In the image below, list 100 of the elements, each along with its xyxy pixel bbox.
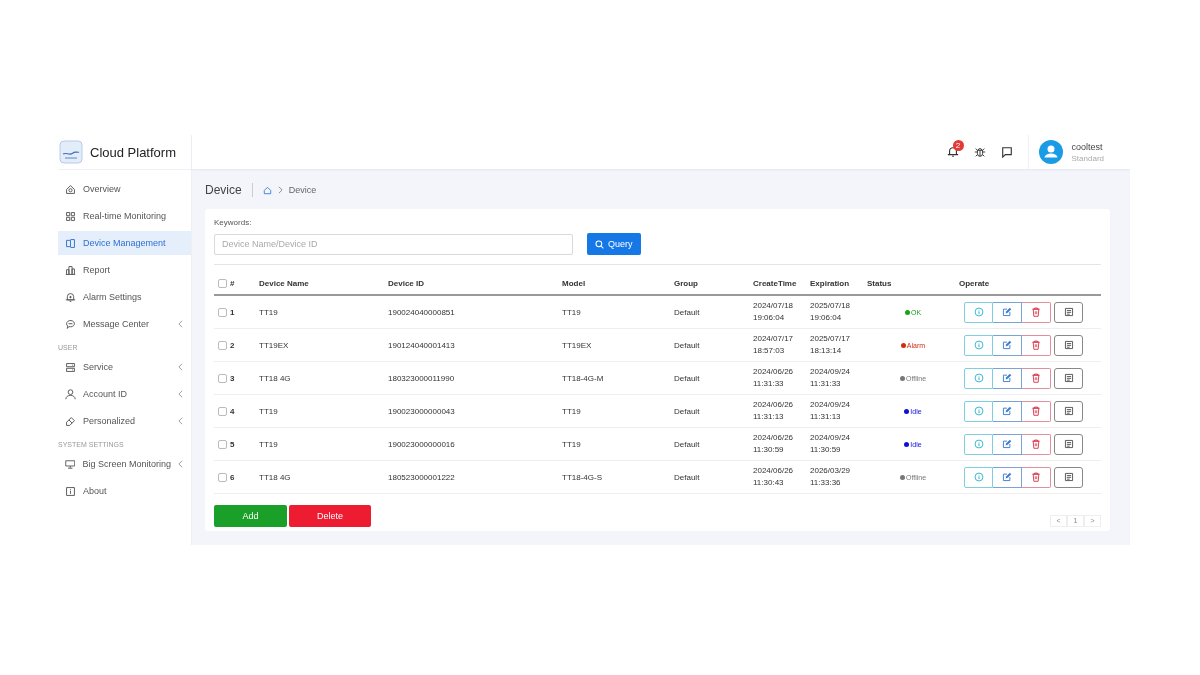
info-button[interactable]: [964, 367, 993, 389]
row-checkbox[interactable]: [218, 373, 227, 383]
table-cell-text: 2024/09/24 11:31:13: [810, 399, 852, 423]
trash-icon: [1031, 307, 1041, 317]
table-cell: TT19: [562, 307, 581, 317]
search-field[interactable]: Device Name/Device ID: [214, 233, 573, 255]
notification-badge: 2: [952, 140, 964, 151]
edit-button[interactable]: [993, 466, 1022, 488]
table-cell: TT19: [562, 406, 581, 416]
query-button[interactable]: Query: [587, 233, 641, 255]
info-icon: [973, 439, 984, 449]
row-number: 4: [230, 406, 235, 416]
sidebar-item[interactable]: Alarm Settings: [58, 285, 191, 309]
home-icon[interactable]: [262, 185, 272, 195]
chat-icon[interactable]: [1000, 146, 1013, 158]
row-number: 3: [230, 373, 235, 383]
row-checkbox[interactable]: [218, 406, 227, 416]
server-icon: [65, 361, 76, 373]
details-button[interactable]: [1054, 301, 1083, 323]
table-cell-text: 2024/09/24 11:31:33: [810, 366, 852, 390]
edit-button[interactable]: [993, 400, 1022, 422]
column-header: CreateTime: [753, 278, 797, 288]
info-button[interactable]: [964, 433, 993, 455]
delete-button[interactable]: [1022, 367, 1051, 389]
details-button[interactable]: [1054, 367, 1083, 389]
person-icon: [65, 388, 76, 400]
bell-icon[interactable]: [946, 146, 959, 158]
edit-icon: [1002, 340, 1012, 350]
table-cell: TT19: [259, 439, 278, 449]
sidebar-item[interactable]: Message Center: [58, 312, 191, 336]
details-button[interactable]: [1054, 400, 1083, 422]
details-button[interactable]: [1054, 466, 1083, 488]
trash-icon: [1031, 373, 1041, 383]
sidebar-item[interactable]: Service: [58, 355, 191, 379]
table-cell: 190124040001413: [388, 340, 455, 350]
table-cell-text: 2024/07/17 18:57:03: [753, 333, 795, 357]
row-number: 2: [230, 340, 235, 350]
details-button[interactable]: [1054, 334, 1083, 356]
sidebar-item[interactable]: Real-time Monitoring: [58, 204, 191, 228]
sidebar-item[interactable]: Report: [58, 258, 191, 282]
table-cell: 180323000011990: [388, 373, 455, 383]
table-cell-text: 2026/03/29 11:33:36: [810, 465, 852, 489]
table-cell: Default: [674, 340, 700, 350]
delete-button[interactable]: [1022, 466, 1051, 488]
bug-icon[interactable]: [973, 146, 986, 158]
table-cell: 190024040000851: [388, 307, 455, 317]
grid-icon: [65, 210, 76, 222]
avatar-icon[interactable]: [1038, 140, 1063, 164]
info-button[interactable]: [964, 301, 993, 323]
edit-icon: [1002, 373, 1012, 383]
delete-button[interactable]: [1022, 400, 1051, 422]
table-cell-text: 2025/07/18 19:06:04: [810, 300, 852, 324]
column-header: Status: [867, 278, 892, 288]
document-icon: [1063, 373, 1074, 383]
info-icon: [973, 472, 984, 482]
table-cell-text: 2024/06/26 11:31:33: [753, 366, 795, 390]
trash-icon: [1031, 472, 1041, 482]
table-cell-text: 2024/06/26 11:30:59: [753, 432, 795, 456]
table-cell: TT18 4G: [259, 472, 291, 482]
document-icon: [1063, 439, 1074, 449]
edit-button[interactable]: [993, 367, 1022, 389]
document-icon: [1063, 307, 1074, 317]
edit-button[interactable]: [993, 433, 1022, 455]
edit-icon: [1002, 307, 1012, 317]
table-cell: Default: [674, 439, 700, 449]
sidebar-item[interactable]: Overview: [58, 177, 191, 201]
info-button[interactable]: [964, 334, 993, 356]
select-all-checkbox[interactable]: [218, 278, 227, 288]
info-button[interactable]: [964, 400, 993, 422]
edit-icon: [1002, 406, 1012, 416]
delete-button[interactable]: [1022, 334, 1051, 356]
delete-button[interactable]: [1022, 433, 1051, 455]
delete-button[interactable]: Delete: [289, 505, 371, 527]
row-checkbox[interactable]: [218, 340, 227, 350]
chevron-icon: [277, 186, 283, 194]
delete-button[interactable]: [1022, 301, 1051, 323]
column-header: Expiration: [810, 278, 850, 288]
info-icon: [973, 373, 984, 383]
table-cell: TT19: [259, 406, 278, 416]
row-number: 6: [230, 472, 235, 482]
breadcrumb-link[interactable]: Device: [288, 185, 317, 195]
row-checkbox[interactable]: [218, 307, 227, 317]
edit-button[interactable]: [993, 301, 1022, 323]
table-cell: 190023000000016: [388, 439, 455, 449]
row-checkbox[interactable]: [218, 472, 227, 482]
sidebar-item[interactable]: Device Management: [58, 231, 191, 255]
sidebar-item[interactable]: Account ID: [58, 382, 191, 406]
page-title: Device: [205, 183, 242, 197]
table-cell: TT18 4G: [259, 373, 291, 383]
details-button[interactable]: [1054, 433, 1083, 455]
trash-icon: [1031, 340, 1041, 350]
field-label: Keywords:: [214, 218, 252, 227]
table-cell: TT19EX: [562, 340, 592, 350]
sidebar-item[interactable]: About: [58, 479, 191, 503]
info-button[interactable]: [964, 466, 993, 488]
row-checkbox[interactable]: [218, 439, 227, 449]
edit-button[interactable]: [993, 334, 1022, 356]
sidebar-item[interactable]: Personalized: [58, 409, 191, 433]
sidebar-item[interactable]: Big Screen Monitoring: [58, 452, 191, 476]
table-cell: Default: [674, 406, 700, 416]
